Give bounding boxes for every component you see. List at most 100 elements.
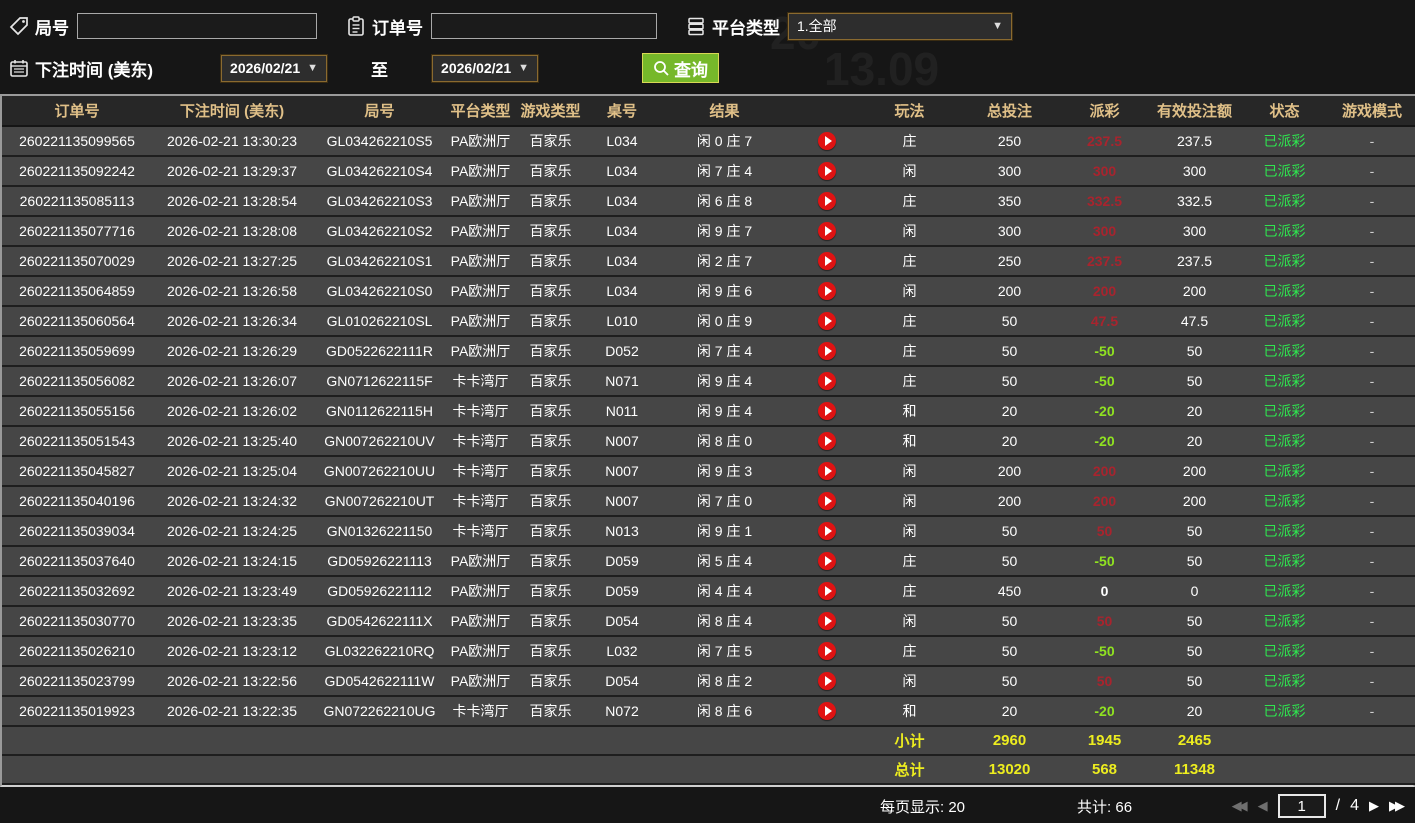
cell-game-type: 百家乐	[514, 666, 587, 697]
cell-order: 260221135092242	[2, 156, 152, 187]
cell-mode: -	[1327, 456, 1415, 487]
col-header-game-type: 游戏类型	[514, 96, 587, 127]
cell-payout: -20	[1062, 426, 1147, 457]
cell-payout: 237.5	[1062, 126, 1147, 157]
cell-game-no: GL034262210S2	[312, 216, 447, 247]
next-page-icon[interactable]: ▶	[1369, 798, 1379, 814]
replay-play-icon[interactable]	[818, 522, 836, 541]
replay-play-icon[interactable]	[818, 252, 836, 271]
cell-payout: 200	[1062, 486, 1147, 517]
replay-play-icon[interactable]	[818, 402, 836, 421]
cell-order: 260221135037640	[2, 546, 152, 577]
first-page-icon[interactable]: ◀◀	[1232, 798, 1248, 814]
replay-play-icon[interactable]	[818, 582, 836, 601]
cell-table-no: L034	[587, 276, 657, 307]
cell-mode: -	[1327, 216, 1415, 247]
cell-valid-bet: 200	[1147, 456, 1242, 487]
replay-play-icon[interactable]	[818, 282, 836, 301]
cell-valid-bet: 50	[1147, 516, 1242, 547]
cell-mode: -	[1327, 156, 1415, 187]
col-header-total-bet: 总投注	[957, 96, 1062, 127]
cell-bet-type: 庄	[862, 336, 957, 367]
replay-play-icon[interactable]	[818, 672, 836, 691]
replay-play-icon[interactable]	[818, 342, 836, 361]
replay-play-icon[interactable]	[818, 612, 836, 631]
date-to-picker[interactable]: 2026/02/21 ▼	[431, 53, 540, 83]
cell-order: 260221135060564	[2, 306, 152, 337]
replay-play-icon[interactable]	[818, 162, 836, 181]
cell-total-bet: 50	[957, 636, 1062, 667]
col-header-platform: 平台类型	[447, 96, 514, 127]
cell-table-no: D052	[587, 336, 657, 367]
cell-total-bet: 50	[957, 336, 1062, 367]
replay-play-icon[interactable]	[818, 222, 836, 241]
cell-game-no: GD05926221113	[312, 546, 447, 577]
page-number-input[interactable]	[1277, 794, 1326, 818]
cell-mode: -	[1327, 276, 1415, 307]
game-no-input[interactable]	[77, 13, 317, 39]
cell-play	[792, 546, 862, 577]
cell-payout: 300	[1062, 156, 1147, 187]
cell-total-bet: 300	[957, 216, 1062, 247]
prev-page-icon[interactable]: ◀	[1258, 798, 1268, 814]
replay-play-icon[interactable]	[818, 492, 836, 511]
cell-mode: -	[1327, 486, 1415, 517]
cell-game-type: 百家乐	[514, 396, 587, 427]
cell-time: 2026-02-21 13:23:49	[152, 576, 312, 607]
replay-play-icon[interactable]	[818, 132, 836, 151]
calendar-icon	[8, 57, 30, 79]
cell-platform: PA欧洲厅	[447, 576, 514, 607]
cell-game-no: GN0712622115F	[312, 366, 447, 397]
grand-total-payout: 568	[1062, 755, 1147, 785]
cell-total-bet: 450	[957, 576, 1062, 607]
cell-game-no: GL034262210S1	[312, 246, 447, 277]
cell-game-type: 百家乐	[514, 306, 587, 337]
cell-game-type: 百家乐	[514, 186, 587, 217]
platform-type-select[interactable]: 1.全部 ▼	[787, 11, 1013, 41]
cell-play	[792, 336, 862, 367]
cell-time: 2026-02-21 13:28:08	[152, 216, 312, 247]
cell-order: 260221135055156	[2, 396, 152, 427]
replay-play-icon[interactable]	[818, 642, 836, 661]
cell-status: 已派彩	[1242, 606, 1327, 637]
replay-play-icon[interactable]	[818, 702, 836, 721]
cell-play	[792, 126, 862, 157]
cell-time: 2026-02-21 13:29:37	[152, 156, 312, 187]
cell-game-type: 百家乐	[514, 336, 587, 367]
replay-play-icon[interactable]	[818, 192, 836, 211]
table-row: 260221135032692 2026-02-21 13:23:49 GD0592…	[2, 576, 1415, 607]
cell-total-bet: 250	[957, 126, 1062, 157]
date-from-picker[interactable]: 2026/02/21 ▼	[220, 53, 329, 83]
cell-result: 闲 9 庄 1	[657, 516, 792, 547]
replay-play-icon[interactable]	[818, 312, 836, 331]
cell-bet-type: 闲	[862, 606, 957, 637]
cell-order: 260221135023799	[2, 666, 152, 697]
cell-play	[792, 456, 862, 487]
replay-play-icon[interactable]	[818, 462, 836, 481]
table-row: 260221135030770 2026-02-21 13:23:35 GD0542…	[2, 606, 1415, 637]
cell-game-type: 百家乐	[514, 276, 587, 307]
grand-total-row: 总计 13020 568 11348	[2, 755, 1415, 785]
replay-play-icon[interactable]	[818, 372, 836, 391]
query-button[interactable]: 查询	[642, 53, 720, 83]
cell-game-type: 百家乐	[514, 366, 587, 397]
table-row: 260221135023799 2026-02-21 13:22:56 GD0542…	[2, 666, 1415, 697]
cell-bet-type: 闲	[862, 276, 957, 307]
cell-game-type: 百家乐	[514, 576, 587, 607]
cell-status: 已派彩	[1242, 576, 1327, 607]
date-to-label: 至	[371, 60, 389, 80]
cell-table-no: L034	[587, 186, 657, 217]
cell-order: 260221135077716	[2, 216, 152, 247]
order-no-input[interactable]	[431, 13, 657, 39]
bet-time-label: 下注时间 (美东)	[35, 60, 154, 80]
cell-time: 2026-02-21 13:30:23	[152, 126, 312, 157]
cell-platform: PA欧洲厅	[447, 546, 514, 577]
cell-bet-type: 闲	[862, 156, 957, 187]
cell-play	[792, 186, 862, 217]
date-from-value: 2026/02/21	[230, 60, 301, 76]
replay-play-icon[interactable]	[818, 432, 836, 451]
last-page-icon[interactable]: ▶▶	[1389, 798, 1405, 814]
replay-play-icon[interactable]	[818, 552, 836, 571]
cell-play	[792, 306, 862, 337]
cell-valid-bet: 20	[1147, 426, 1242, 457]
